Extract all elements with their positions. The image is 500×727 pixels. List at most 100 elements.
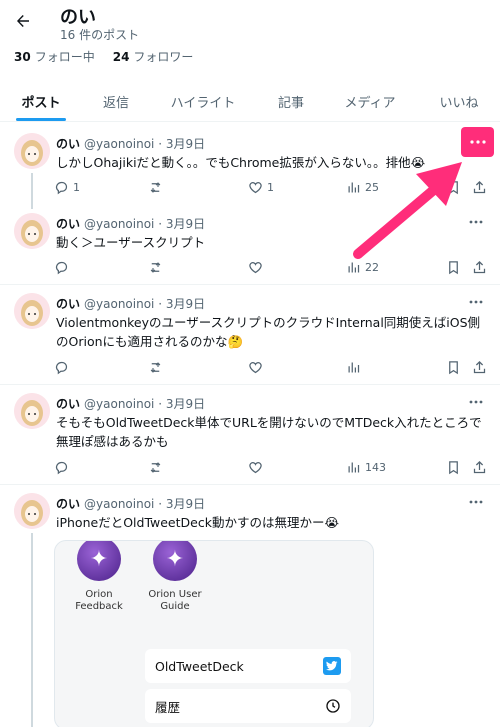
followers-count: 24 [112,50,130,64]
bookmark-button[interactable] [446,357,461,377]
reply-button[interactable] [54,457,69,477]
author-handle[interactable]: @yaonoinoi [84,137,154,151]
share-icon [473,460,486,473]
author-name[interactable]: のい [56,397,80,411]
highlighted-more-button[interactable] [461,127,494,157]
followers-label: フォロワー [133,50,194,64]
reply-count: 1 [73,180,80,194]
avatar[interactable] [14,393,50,429]
more-button[interactable] [466,395,486,409]
app-label-guide: Orion User Guide [148,589,202,612]
views-button[interactable]: 143 [346,457,386,477]
reply-button[interactable] [54,357,69,377]
share-button[interactable] [472,177,487,197]
like-button[interactable] [248,257,263,277]
post[interactable]: のい @yaonoinoi · 3月9日 Violentmonkeyのユーザースク… [0,285,500,385]
tab-highlights[interactable]: ハイライト [158,80,248,122]
thread-line [31,173,33,209]
avatar[interactable] [14,493,50,529]
share-icon [473,260,486,273]
repost-button[interactable] [148,457,163,477]
menu-label: 履歴 [155,699,181,715]
views-button[interactable] [346,357,361,377]
avatar[interactable] [14,213,50,249]
tab-articles[interactable]: 記事 [262,80,320,122]
author-name[interactable]: のい [56,217,80,231]
author-handle[interactable]: @yaonoinoi [84,217,154,231]
author-name[interactable]: のい [56,497,80,511]
author-name[interactable]: のい [56,297,80,311]
post-text: iPhoneだとOldTweetDeck動かすのは無理かー😭 [56,515,340,530]
post-date[interactable]: 3月9日 [166,137,205,151]
menu-item-history: 履歴 [145,689,351,723]
post-date[interactable]: 3月9日 [166,497,205,511]
analytics-icon [348,462,360,472]
author-handle[interactable]: @yaonoinoi [84,297,154,311]
analytics-icon [348,362,360,372]
following-label: フォロー中 [34,50,95,64]
repost-button[interactable] [148,357,163,377]
heart-icon [249,261,262,273]
post-header: のい @yaonoinoi · 3月9日 [56,297,206,311]
avatar[interactable] [14,293,50,329]
more-icon [469,400,483,404]
heart-icon [249,461,262,473]
post-header: のい @yaonoinoi · 3月9日 [56,397,206,411]
like-button[interactable] [248,457,263,477]
author-name[interactable]: のい [56,137,80,151]
more-button[interactable] [466,295,486,309]
followers-link[interactable]: 24 フォロワー [113,48,194,65]
share-button[interactable] [472,457,487,477]
thread-line [31,533,33,727]
more-button[interactable] [466,495,486,509]
tab-media[interactable]: メディア [332,80,408,122]
active-tab-indicator [16,118,66,121]
tab-likes[interactable]: いいね [424,80,494,122]
bookmark-button[interactable] [446,257,461,277]
menu-label: OldTweetDeck [155,658,244,674]
reply-button[interactable] [54,257,69,277]
views-count: 22 [365,260,379,274]
repost-button[interactable] [148,177,163,197]
post-actions: 22 [54,257,488,277]
post-date[interactable]: 3月9日 [166,397,205,411]
follow-stats: 30 フォロー中 24 フォロワー [14,48,193,65]
back-button[interactable] [10,8,36,34]
views-count: 143 [365,460,386,474]
share-button[interactable] [472,257,487,277]
post-actions [54,357,488,377]
views-button[interactable]: 22 [346,257,379,277]
post[interactable]: のい @yaonoinoi · 3月9日 そもそもOldTweetDeck単体でU… [0,385,500,485]
reply-button[interactable]: 1 [54,177,80,197]
more-icon [469,220,483,224]
following-link[interactable]: 30 フォロー中 [14,48,95,65]
post-actions: 143 [54,457,488,477]
post-date[interactable]: 3月9日 [166,217,205,231]
reply-icon [55,181,68,194]
repost-icon [150,261,161,273]
post-text: ViolentmonkeyのユーザースクリプトのクラウドInternal同期使え… [56,315,481,349]
post-text: そもそもOldTweetDeck単体でURLを開けないのでMTDeck入れたとこ… [56,415,482,449]
orion-guide-icon: ✦ [153,541,197,581]
share-icon [473,360,486,373]
like-button[interactable] [248,357,263,377]
like-button[interactable]: 1 [248,177,274,197]
post-image[interactable]: ✦ Orion Feedback ✦ Orion User Guide OldT… [54,540,374,727]
app-label-feedback: Orion Feedback [75,589,123,612]
author-handle[interactable]: @yaonoinoi [84,497,154,511]
post-header: のい @yaonoinoi · 3月9日 [56,137,206,151]
share-button[interactable] [472,357,487,377]
menu-item-oldtweetdeck: OldTweetDeck [145,649,351,683]
post-date[interactable]: 3月9日 [166,297,205,311]
post-header: のい @yaonoinoi · 3月9日 [56,217,206,231]
tab-posts[interactable]: ポスト [6,80,76,122]
tab-replies[interactable]: 返信 [86,80,146,122]
bookmark-button[interactable] [446,457,461,477]
repost-icon [150,461,161,473]
profile-header: のい 16 件のポスト 30 フォロー中 24 フォロワー [0,0,500,70]
clock-icon [326,699,340,713]
author-handle[interactable]: @yaonoinoi [84,397,154,411]
following-count: 30 [14,50,31,64]
avatar[interactable] [14,133,50,169]
repost-button[interactable] [148,257,163,277]
